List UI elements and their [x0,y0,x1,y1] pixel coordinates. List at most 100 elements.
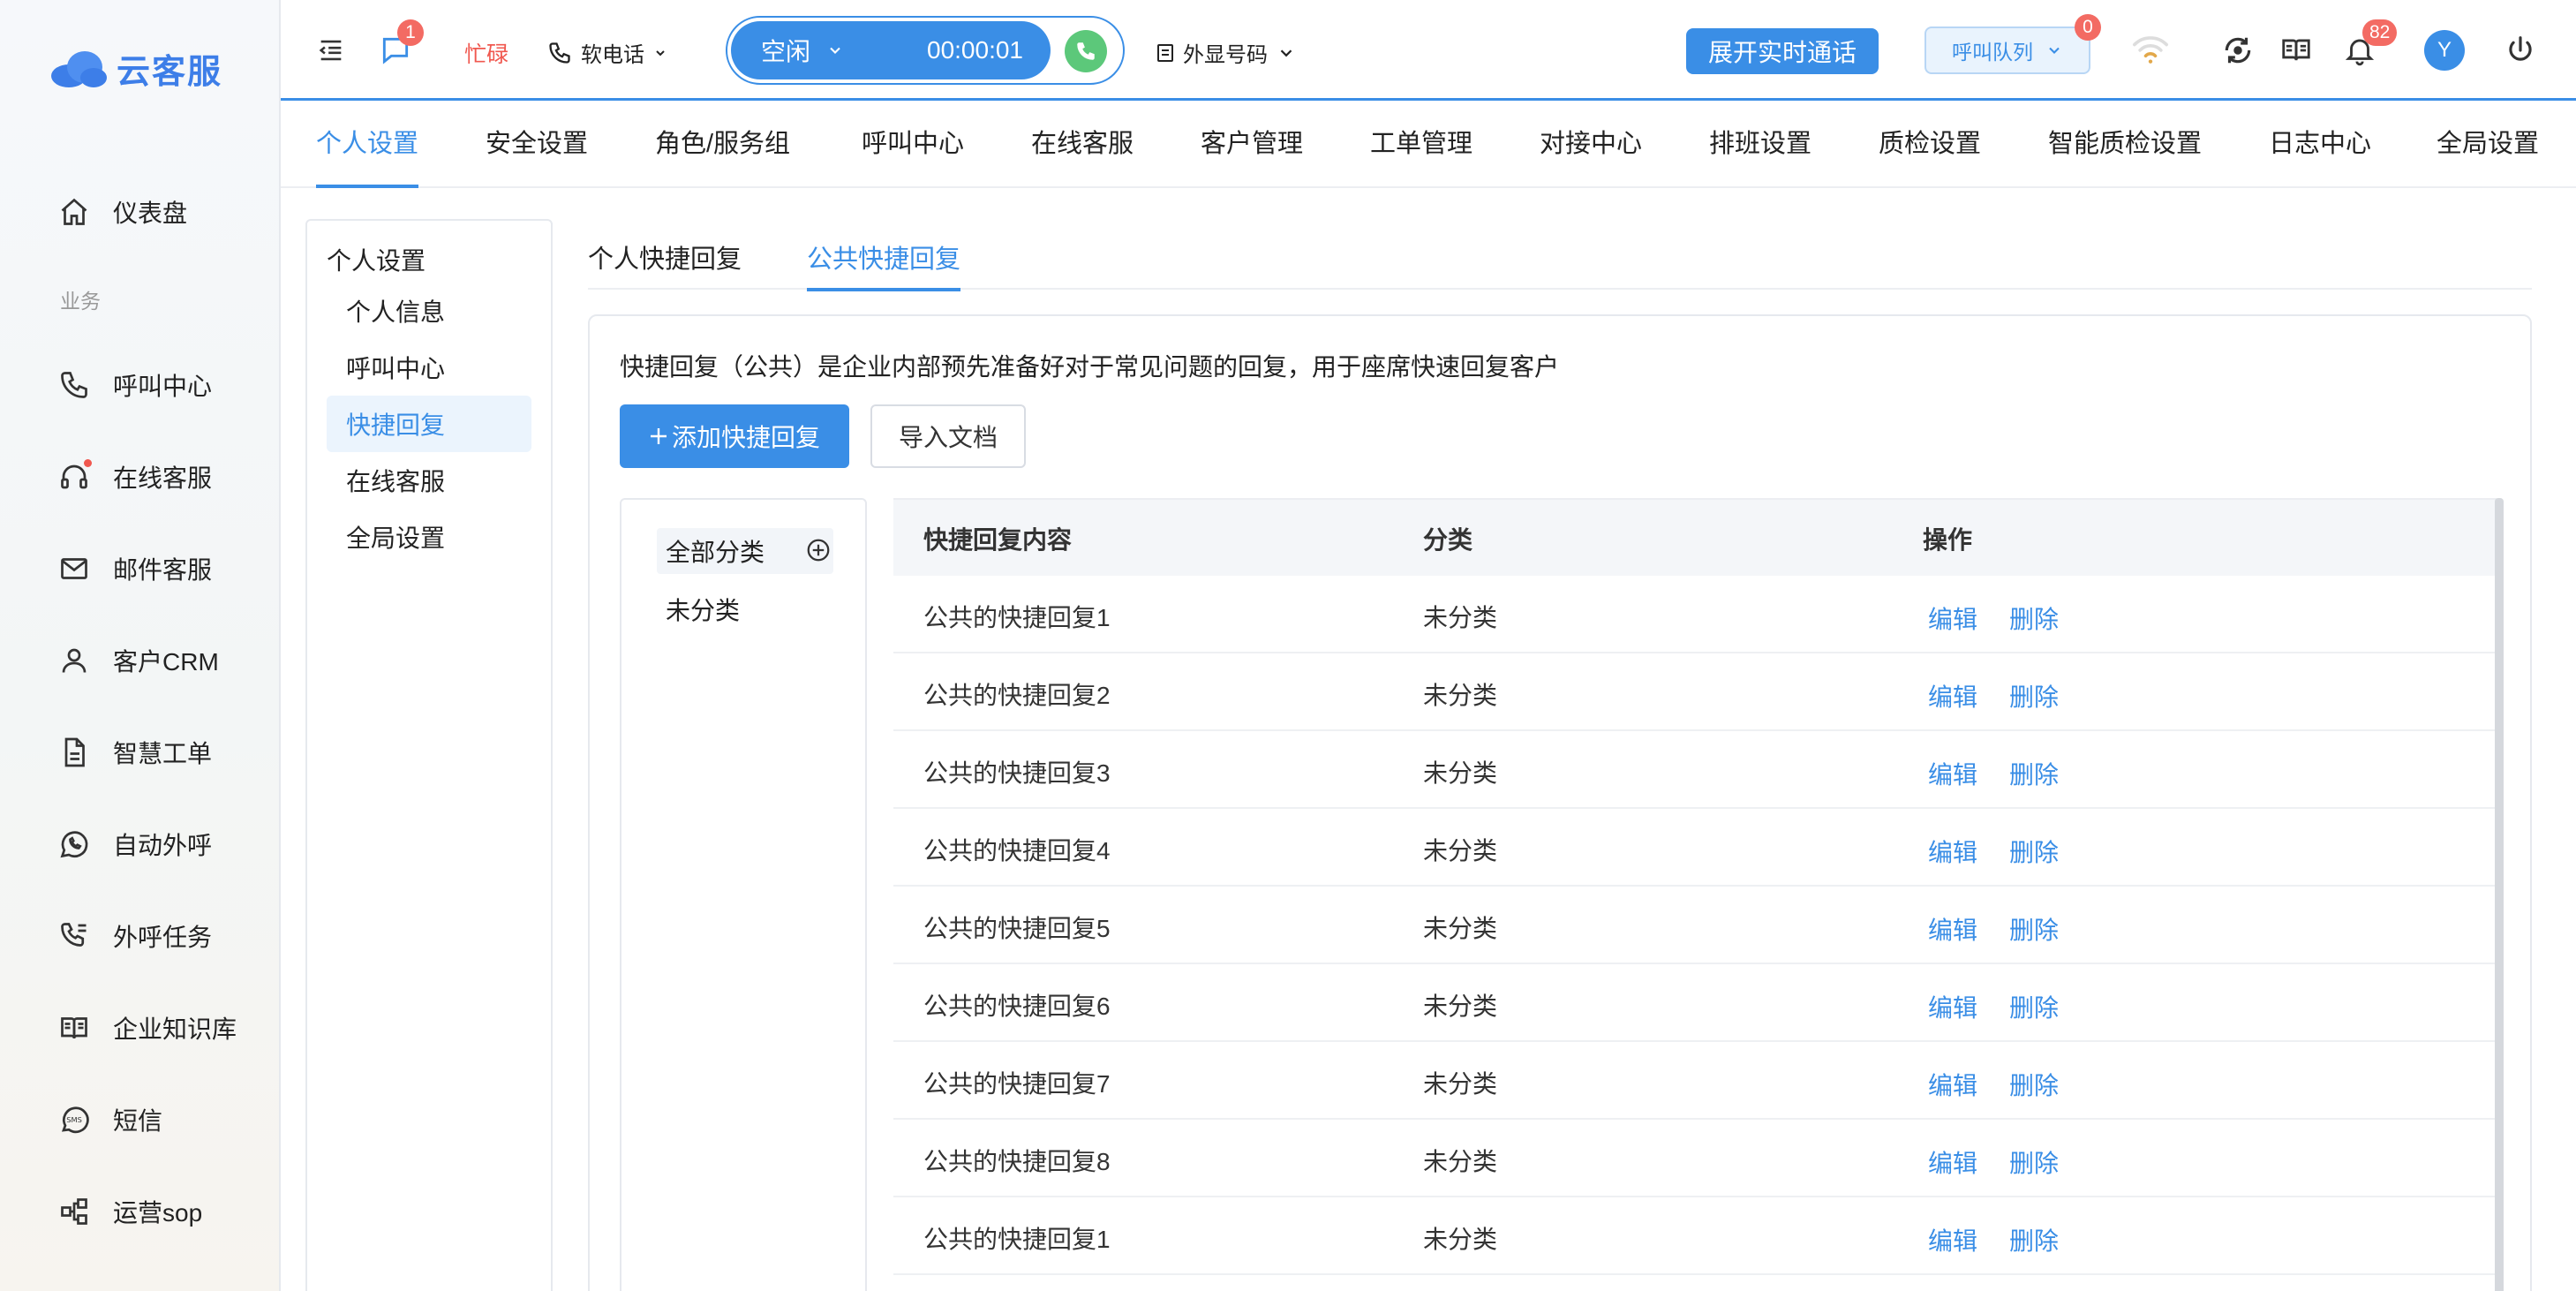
subnav-item-online-service[interactable]: 在线客服 [327,452,531,509]
top-header: 1 忙碌 软电话 空闲 00:00:01 外显号码 展开实时通话 呼叫队列 0 [281,0,2576,101]
tab-integration[interactable]: 对接中心 [1540,123,1642,188]
tab-smart-qa-settings[interactable]: 智能质检设置 [2048,123,2202,188]
edit-link[interactable]: 编辑 [1928,756,1977,791]
delete-link[interactable]: 删除 [2009,1144,2059,1180]
delete-link[interactable]: 删除 [2009,1067,2059,1102]
tab-personal-settings[interactable]: 个人设置 [316,123,419,188]
delete-link[interactable]: 删除 [2009,678,2059,713]
edit-link[interactable]: 编辑 [1928,1067,1977,1102]
sidebar-item-label: 外呼任务 [113,924,213,951]
tab-public-quick-reply[interactable]: 公共快捷回复 [807,238,961,291]
softphone-dropdown[interactable]: 软电话 [547,37,667,68]
table-row: 公共的快捷回复7 未分类 编辑 删除 [893,1042,2497,1120]
subnav-item-global-settings[interactable]: 全局设置 [327,509,531,565]
sidebar-item-outbound-task[interactable]: 外呼任务 [58,918,212,954]
sms-icon: SMS [58,1104,90,1136]
chevron-down-icon [2049,47,2060,54]
edit-link[interactable]: 编辑 [1928,678,1977,713]
sidebar-item-call-center[interactable]: 呼叫中心 [58,367,212,403]
category-all[interactable]: 全部分类 [657,528,833,574]
column-header-actions: 操作 [1923,526,1973,554]
reply-category: 未分类 [1423,993,1498,1020]
sidebar-item-knowledge-base[interactable]: 企业知识库 [58,1010,237,1046]
call-state-dropdown[interactable]: 空闲 [761,33,844,68]
sidebar-item-label: 运营sop [113,1199,203,1227]
category-uncategorized[interactable]: 未分类 [666,592,740,627]
sidebar-item-label: 自动外呼 [113,832,213,859]
reply-category: 未分类 [1423,604,1498,631]
delete-link[interactable]: 删除 [2009,834,2059,869]
subnav-title: 个人设置 [327,247,426,275]
edit-link[interactable]: 编辑 [1928,1144,1977,1180]
import-document-button[interactable]: 导入文档 [870,404,1026,468]
table-row: 公共的快捷回复1 未分类 编辑 删除 [893,1197,2497,1275]
tab-personal-quick-reply[interactable]: 个人快捷回复 [588,238,742,290]
edit-link[interactable]: 编辑 [1928,1222,1977,1257]
tab-qa-settings[interactable]: 质检设置 [1879,123,1981,188]
outbound-number-dropdown[interactable]: 外显号码 [1156,37,1296,68]
add-category-icon[interactable] [805,537,832,563]
flow-icon [58,1196,90,1227]
manual-book-icon[interactable] [2279,34,2313,67]
tab-customer-management[interactable]: 客户管理 [1201,123,1303,188]
reply-category: 未分类 [1423,915,1498,942]
delete-link[interactable]: 删除 [2009,756,2059,791]
plus-icon [650,428,667,444]
sidebar-item-sms[interactable]: SMS 短信 [58,1102,162,1137]
tab-call-center[interactable]: 呼叫中心 [862,123,964,188]
sidebar-item-auto-dial[interactable]: 自动外呼 [58,827,212,862]
call-status-bar: 空闲 00:00:01 [726,16,1125,85]
column-header-content: 快捷回复内容 [923,526,1073,554]
subnav-item-personal-info[interactable]: 个人信息 [327,283,531,339]
edit-link[interactable]: 编辑 [1928,834,1977,869]
table-scrollbar[interactable] [2495,498,2504,1291]
sidebar-item-label: 在线客服 [113,464,213,492]
agent-status[interactable]: 忙碌 [464,37,508,69]
book-icon [58,1012,90,1044]
reply-category: 未分类 [1423,837,1498,864]
subnav-item-quick-reply[interactable]: 快捷回复 [327,396,531,452]
expand-realtime-call-button[interactable]: 展开实时通话 [1686,28,1879,74]
tab-ticket-management[interactable]: 工单管理 [1370,123,1473,188]
edit-link[interactable]: 编辑 [1928,600,1977,636]
tab-global-settings[interactable]: 全局设置 [2437,123,2539,188]
add-quick-reply-button[interactable]: 添加快捷回复 [620,404,849,468]
softphone-label: 软电话 [581,43,644,67]
call-timer: 00:00:01 [927,36,1023,64]
queue-badge: 0 [2075,14,2101,41]
tab-security-settings[interactable]: 安全设置 [486,123,588,188]
call-queue-dropdown[interactable]: 呼叫队列 [1924,26,2090,74]
delete-link[interactable]: 删除 [2009,989,2059,1024]
category-tree: 全部分类 未分类 [620,498,867,1291]
sidebar-item-crm[interactable]: 客户CRM [58,643,219,678]
edit-link[interactable]: 编辑 [1928,911,1977,947]
reply-content: 公共的快捷回复3 [923,759,1111,787]
call-state-label: 空闲 [761,38,811,65]
sidebar-item-sop[interactable]: 运营sop [58,1194,202,1229]
avatar[interactable]: Y [2424,30,2465,71]
delete-link[interactable]: 删除 [2009,911,2059,947]
power-icon[interactable] [2504,34,2537,67]
whatsapp-icon [58,828,90,860]
sidebar-item-online-service[interactable]: 在线客服 [58,459,212,495]
sidebar-item-label: 客户CRM [113,648,219,676]
sidebar-item-email-service[interactable]: 邮件客服 [58,551,212,586]
table-row: 公共的快捷回复3 未分类 编辑 删除 [893,731,2497,809]
answer-call-button[interactable] [1065,30,1107,72]
tab-scheduling[interactable]: 排班设置 [1709,123,1811,188]
tab-online-service[interactable]: 在线客服 [1031,123,1134,188]
call-state-pill[interactable]: 空闲 00:00:01 [731,21,1051,79]
cloud-logo-icon [51,50,107,87]
edit-link[interactable]: 编辑 [1928,989,1977,1024]
collapse-menu-icon[interactable] [316,35,346,65]
tab-log-center[interactable]: 日志中心 [2269,123,2371,188]
delete-link[interactable]: 删除 [2009,1222,2059,1257]
chevron-down-icon [656,49,665,56]
sidebar-item-ticket[interactable]: 智慧工单 [58,735,212,770]
sidebar-item-dashboard[interactable]: 仪表盘 [58,194,187,230]
delete-link[interactable]: 删除 [2009,600,2059,636]
app-logo[interactable]: 云客服 [49,44,222,93]
subnav-item-call-center[interactable]: 呼叫中心 [327,339,531,396]
tab-roles[interactable]: 角色/服务组 [655,123,790,188]
sync-icon[interactable] [2221,34,2255,67]
